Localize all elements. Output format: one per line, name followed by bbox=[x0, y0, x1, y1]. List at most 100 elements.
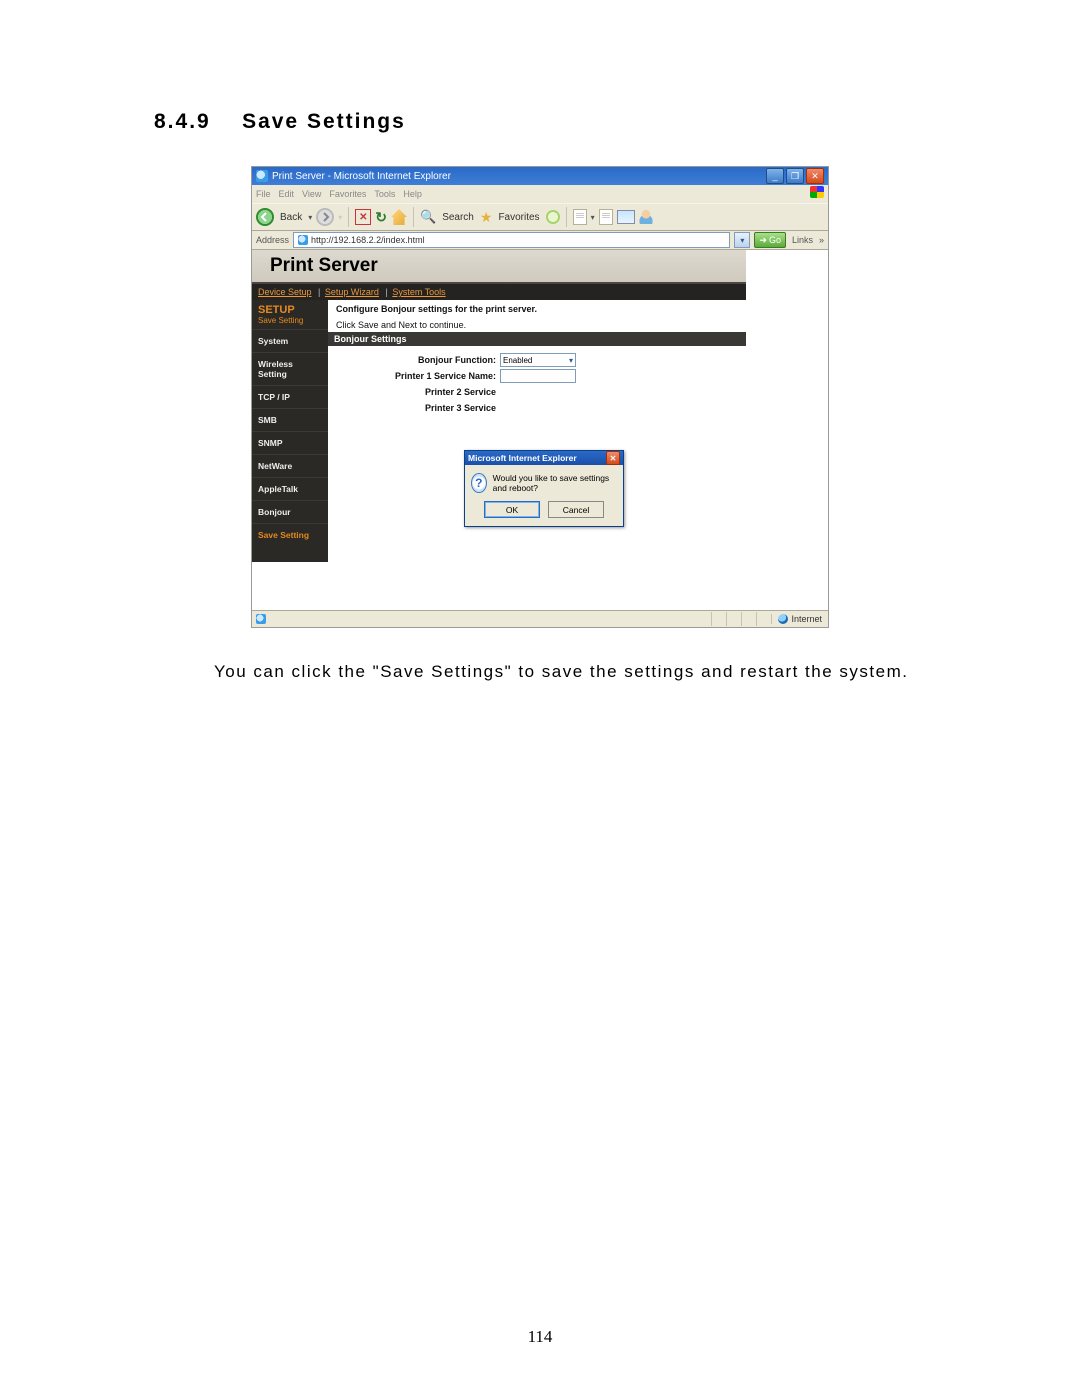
home-button[interactable] bbox=[391, 209, 407, 225]
toolbar-separator bbox=[348, 207, 349, 227]
status-page-icon bbox=[256, 614, 266, 624]
forward-dropdown-icon[interactable]: ▾ bbox=[338, 213, 342, 222]
app-header: Print Server bbox=[252, 250, 746, 284]
sidebar-item-smb[interactable]: SMB bbox=[252, 408, 328, 431]
go-button[interactable]: ➜ Go bbox=[754, 232, 786, 248]
search-icon[interactable]: 🔍 bbox=[420, 209, 436, 225]
menu-view[interactable]: View bbox=[302, 189, 321, 199]
window-controls: _ ❐ ✕ bbox=[766, 168, 824, 184]
links-label[interactable]: Links bbox=[790, 235, 815, 245]
links-chevron-icon[interactable]: » bbox=[819, 235, 824, 245]
printer3-label: Printer 3 Service bbox=[336, 403, 500, 413]
menu-edit[interactable]: Edit bbox=[279, 189, 295, 199]
printer2-label: Printer 2 Service bbox=[336, 387, 500, 397]
sidebar-item-appletalk[interactable]: AppleTalk bbox=[252, 477, 328, 500]
browser-window: Print Server - Microsoft Internet Explor… bbox=[251, 166, 829, 628]
address-bar: Address http://192.168.2.2/index.html ▾ … bbox=[252, 231, 828, 250]
row-printer2: Printer 2 Service bbox=[336, 384, 738, 400]
toolbar-separator bbox=[566, 207, 567, 227]
tab-setup-wizard[interactable]: Setup Wizard bbox=[325, 287, 379, 297]
tab-device-setup[interactable]: Device Setup bbox=[258, 287, 312, 297]
section-number: 8.4.9 bbox=[154, 110, 211, 133]
minimize-button[interactable]: _ bbox=[766, 168, 784, 184]
section-heading: 8.4.9 Save Settings bbox=[154, 110, 926, 134]
messenger-icon[interactable] bbox=[639, 210, 653, 224]
question-icon: ? bbox=[471, 473, 487, 493]
sidebar-item-snmp[interactable]: SNMP bbox=[252, 431, 328, 454]
favorites-label[interactable]: Favorites bbox=[498, 212, 539, 223]
history-dropdown-icon[interactable]: ▾ bbox=[591, 213, 595, 222]
config-description: Configure Bonjour settings for the print… bbox=[328, 300, 746, 318]
windows-flag-icon bbox=[810, 186, 824, 198]
browser-toolbar: Back ▾ ▾ ✕ ↻ 🔍 Search ★ Favorites ▾ bbox=[252, 203, 828, 231]
sidebar-item-wireless[interactable]: Wireless Setting bbox=[252, 352, 328, 385]
media-icon[interactable] bbox=[546, 210, 560, 224]
sidebar-item-system[interactable]: System bbox=[252, 329, 328, 352]
tab-system-tools[interactable]: System Tools bbox=[392, 287, 445, 297]
status-segment bbox=[711, 612, 726, 626]
sidebar-item-save-setting[interactable]: Save Setting bbox=[252, 523, 328, 546]
dialog-titlebar: Microsoft Internet Explorer ✕ bbox=[465, 451, 623, 465]
sidebar: SETUP Save Setting System Wireless Setti… bbox=[252, 300, 328, 562]
maximize-button[interactable]: ❐ bbox=[786, 168, 804, 184]
page-number: 114 bbox=[0, 1327, 1080, 1347]
bonjour-function-label: Bonjour Function: bbox=[336, 355, 500, 365]
window-title: Print Server - Microsoft Internet Explor… bbox=[272, 171, 451, 182]
app-top-nav: Device Setup | Setup Wizard | System Too… bbox=[252, 284, 746, 300]
mail-icon[interactable] bbox=[599, 209, 613, 225]
close-button[interactable]: ✕ bbox=[806, 168, 824, 184]
menubar: File Edit View Favorites Tools Help bbox=[252, 185, 828, 203]
refresh-button[interactable]: ↻ bbox=[375, 209, 387, 226]
back-button[interactable] bbox=[256, 208, 274, 226]
tab-separator: | bbox=[318, 287, 320, 297]
internet-zone-icon bbox=[778, 614, 788, 624]
toolbar-separator bbox=[413, 207, 414, 227]
sidebar-head: SETUP bbox=[252, 300, 328, 316]
app-title: Print Server bbox=[270, 255, 378, 277]
row-printer3: Printer 3 Service bbox=[336, 400, 738, 416]
status-bar: Internet bbox=[252, 610, 828, 627]
address-value: http://192.168.2.2/index.html bbox=[311, 235, 425, 245]
zone-label: Internet bbox=[791, 614, 822, 624]
row-bonjour-function: Bonjour Function: Enabled ▾ bbox=[336, 352, 738, 368]
back-dropdown-icon[interactable]: ▾ bbox=[308, 213, 312, 222]
search-label[interactable]: Search bbox=[442, 212, 474, 223]
menu-file[interactable]: File bbox=[256, 189, 271, 199]
sidebar-item-netware[interactable]: NetWare bbox=[252, 454, 328, 477]
menu-favorites[interactable]: Favorites bbox=[329, 189, 366, 199]
section-title: Save Settings bbox=[242, 110, 406, 133]
dialog-message: Would you like to save settings and rebo… bbox=[493, 473, 617, 493]
sidebar-subhead: Save Setting bbox=[252, 316, 328, 329]
address-input[interactable]: http://192.168.2.2/index.html bbox=[293, 232, 730, 248]
dialog-close-button[interactable]: ✕ bbox=[606, 451, 620, 465]
sidebar-item-tcpip[interactable]: TCP / IP bbox=[252, 385, 328, 408]
history-icon[interactable] bbox=[573, 209, 587, 225]
body-paragraph: You can click the "Save Settings" to sav… bbox=[154, 658, 926, 685]
page-icon bbox=[298, 235, 308, 245]
forward-button[interactable] bbox=[316, 208, 334, 226]
config-hint: Click Save and Next to continue. bbox=[328, 318, 746, 332]
row-printer1: Printer 1 Service Name: bbox=[336, 368, 738, 384]
printer1-input[interactable] bbox=[500, 369, 576, 383]
bonjour-function-value: Enabled bbox=[503, 356, 532, 365]
window-titlebar: Print Server - Microsoft Internet Explor… bbox=[252, 167, 828, 185]
bonjour-function-select[interactable]: Enabled ▾ bbox=[500, 353, 576, 367]
confirm-dialog: Microsoft Internet Explorer ✕ ? Would yo… bbox=[464, 450, 624, 527]
status-segment bbox=[726, 612, 741, 626]
ie-logo-icon bbox=[256, 170, 268, 182]
stop-button[interactable]: ✕ bbox=[355, 209, 371, 225]
body-paragraph-text: You can click the "Save Settings" to sav… bbox=[214, 662, 908, 681]
back-label[interactable]: Back bbox=[280, 212, 302, 223]
tab-separator: | bbox=[385, 287, 387, 297]
dialog-cancel-button[interactable]: Cancel bbox=[548, 501, 604, 518]
print-icon[interactable] bbox=[617, 210, 635, 224]
favorites-icon[interactable]: ★ bbox=[480, 209, 493, 226]
dialog-ok-button[interactable]: OK bbox=[484, 501, 540, 518]
menu-help[interactable]: Help bbox=[403, 189, 422, 199]
security-zone: Internet bbox=[771, 614, 828, 624]
printer1-label: Printer 1 Service Name: bbox=[336, 371, 500, 381]
sidebar-item-bonjour[interactable]: Bonjour bbox=[252, 500, 328, 523]
status-segment bbox=[741, 612, 756, 626]
menu-tools[interactable]: Tools bbox=[374, 189, 395, 199]
address-dropdown-icon[interactable]: ▾ bbox=[734, 232, 750, 248]
